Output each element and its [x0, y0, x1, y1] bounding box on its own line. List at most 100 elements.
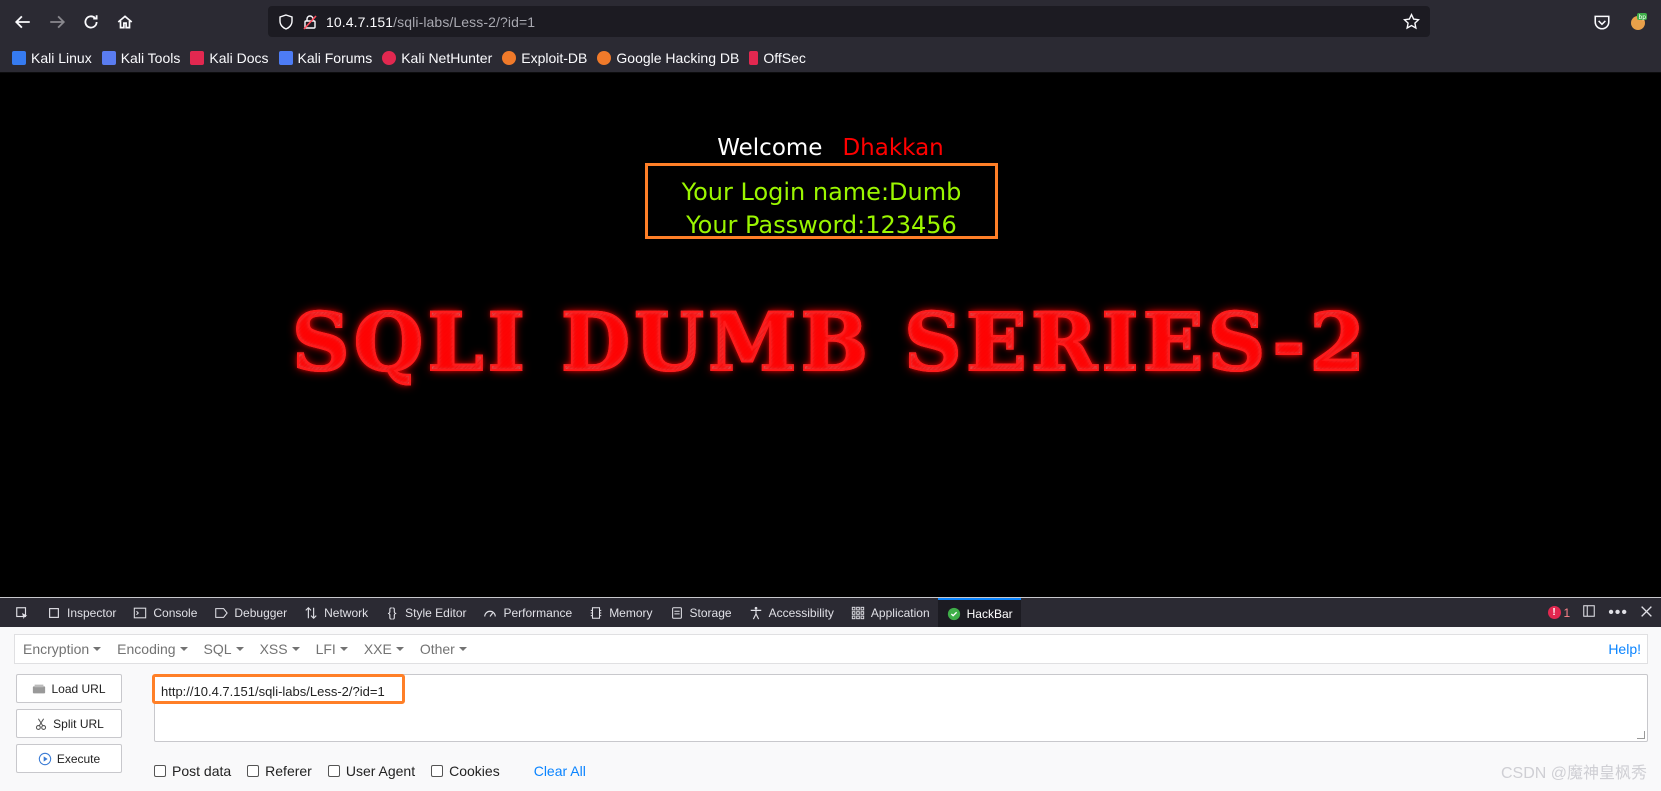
- insecure-lock-icon: [302, 14, 318, 30]
- chevron-down-icon: [395, 647, 404, 651]
- devtools-panel: Inspector Console Debugger Network {} Sty…: [0, 597, 1661, 791]
- bookmark-kali-tools[interactable]: Kali Tools: [101, 50, 180, 66]
- checkbox-icon: [154, 765, 166, 777]
- devtools-right-controls: ! 1 •••: [1547, 598, 1661, 627]
- forward-button[interactable]: [40, 5, 74, 39]
- welcome-text: Welcome: [717, 135, 823, 161]
- bookmark-kali-forums[interactable]: Kali Forums: [278, 50, 372, 66]
- burp-extension-icon[interactable]: bp: [1627, 11, 1649, 33]
- login-name-text: Your Login name:Dumb: [681, 178, 962, 206]
- chevron-down-icon: [235, 647, 244, 651]
- kali-dragon-icon: [12, 50, 26, 65]
- devtools-tabbar: Inspector Console Debugger Network {} Sty…: [0, 598, 1661, 627]
- bookmark-star-icon[interactable]: [1403, 13, 1420, 30]
- bookmark-offsec[interactable]: OffSec: [749, 50, 806, 66]
- reload-button[interactable]: [74, 5, 108, 39]
- error-count-badge[interactable]: ! 1: [1547, 606, 1570, 620]
- url-highlight-box: [152, 674, 405, 704]
- url-text: 10.4.7.151/sqli-labs/Less-2/?id=1: [326, 13, 536, 30]
- pick-element-button[interactable]: [6, 598, 38, 627]
- arrow-left-icon: [14, 15, 30, 28]
- error-icon: !: [1547, 606, 1561, 619]
- hackbar-menu: Encryption Encoding SQL XSS LFI XXE Othe…: [14, 634, 1648, 664]
- menu-lfi[interactable]: LFI: [308, 641, 356, 657]
- accessibility-icon: [748, 605, 764, 621]
- bookmarks-bar: Kali Linux Kali Tools Kali Docs Kali For…: [0, 43, 1661, 73]
- svg-text:bp: bp: [1639, 14, 1647, 21]
- application-grid-icon: [850, 605, 866, 621]
- checkbox-icon: [327, 765, 340, 777]
- scissors-icon: [34, 717, 48, 731]
- load-url-button[interactable]: Load URL: [16, 674, 122, 703]
- pocket-icon[interactable]: [1591, 11, 1613, 33]
- kali-docs-icon: [190, 50, 205, 65]
- tab-accessibility[interactable]: Accessibility: [740, 598, 842, 627]
- offsec-icon: [749, 50, 759, 65]
- browser-toolbar: 10.4.7.151/sqli-labs/Less-2/?id=1 bp: [0, 0, 1661, 43]
- inspector-icon: [46, 605, 62, 621]
- chevron-down-icon: [339, 647, 348, 651]
- welcome-line: Welcome Dhakkan: [0, 135, 1661, 161]
- back-button[interactable]: [6, 5, 40, 39]
- more-options-icon[interactable]: •••: [1608, 604, 1628, 622]
- password-text: Your Password:123456: [686, 211, 957, 239]
- menu-encryption[interactable]: Encryption: [15, 641, 109, 657]
- url-bar[interactable]: 10.4.7.151/sqli-labs/Less-2/?id=1: [268, 6, 1430, 37]
- tab-hackbar[interactable]: HackBar: [937, 598, 1021, 627]
- shield-icon: [278, 13, 294, 30]
- user-agent-checkbox[interactable]: User Agent: [327, 763, 415, 779]
- menu-xxe[interactable]: XXE: [356, 641, 412, 657]
- memory-icon: [588, 605, 604, 621]
- bookmark-exploit-db[interactable]: Exploit-DB: [502, 50, 587, 66]
- checkbox-icon: [247, 765, 260, 777]
- menu-encoding[interactable]: Encoding: [109, 641, 195, 657]
- toolbar-right: bp: [1591, 0, 1661, 43]
- performance-icon: [482, 605, 498, 621]
- kali-tools-icon: [101, 50, 116, 65]
- chevron-down-icon: [291, 647, 300, 651]
- tab-application[interactable]: Application: [842, 598, 938, 627]
- debugger-icon: [213, 605, 229, 621]
- cookies-checkbox[interactable]: Cookies: [431, 763, 500, 779]
- hackbar-options: Post data Referer User Agent Cookies Cle…: [154, 763, 586, 779]
- referer-checkbox[interactable]: Referer: [247, 763, 312, 779]
- clear-all-link[interactable]: Clear All: [534, 763, 586, 779]
- banner-text: SQLI DUMB SERIES-2: [291, 294, 1370, 390]
- series-banner: SQLI DUMB SERIES-2: [0, 294, 1661, 390]
- tab-console[interactable]: Console: [124, 598, 205, 627]
- pick-element-icon: [14, 605, 30, 621]
- ghdb-icon: [597, 50, 612, 65]
- bookmark-kali-linux[interactable]: Kali Linux: [12, 50, 92, 66]
- home-button[interactable]: [108, 5, 142, 39]
- tab-inspector[interactable]: Inspector: [38, 598, 124, 627]
- console-icon: [132, 605, 148, 621]
- chevron-down-icon: [179, 647, 188, 651]
- storage-icon: [669, 605, 685, 621]
- play-icon: [38, 752, 52, 766]
- kali-forums-icon: [278, 50, 293, 65]
- split-url-button[interactable]: Split URL: [16, 709, 122, 738]
- menu-sql[interactable]: SQL: [196, 641, 252, 657]
- tab-debugger[interactable]: Debugger: [205, 598, 295, 627]
- tab-network[interactable]: Network: [295, 598, 376, 627]
- bookmark-kali-docs[interactable]: Kali Docs: [190, 50, 269, 66]
- menu-other[interactable]: Other: [412, 641, 475, 657]
- close-devtools-icon[interactable]: [1640, 605, 1653, 621]
- chevron-down-icon: [458, 647, 467, 651]
- execute-button[interactable]: Execute: [16, 744, 122, 773]
- arrow-right-icon: [50, 15, 66, 28]
- welcome-user: Dhakkan: [842, 135, 944, 161]
- tab-memory[interactable]: Memory: [580, 598, 660, 627]
- resize-grip-icon[interactable]: [1637, 731, 1645, 739]
- bookmark-google-hacking-db[interactable]: Google Hacking DB: [597, 50, 739, 66]
- post-data-checkbox[interactable]: Post data: [154, 763, 231, 779]
- responsive-design-icon[interactable]: [1582, 604, 1596, 621]
- help-link[interactable]: Help!: [1608, 641, 1641, 657]
- menu-xss[interactable]: XSS: [252, 641, 308, 657]
- bookmark-kali-nethunter[interactable]: Kali NetHunter: [382, 50, 492, 66]
- home-icon: [117, 14, 133, 28]
- tab-style-editor[interactable]: {} Style Editor: [376, 598, 474, 627]
- tab-storage[interactable]: Storage: [661, 598, 740, 627]
- tab-performance[interactable]: Performance: [474, 598, 580, 627]
- page-content: Welcome Dhakkan Your Login name:Dumb Your…: [0, 73, 1661, 597]
